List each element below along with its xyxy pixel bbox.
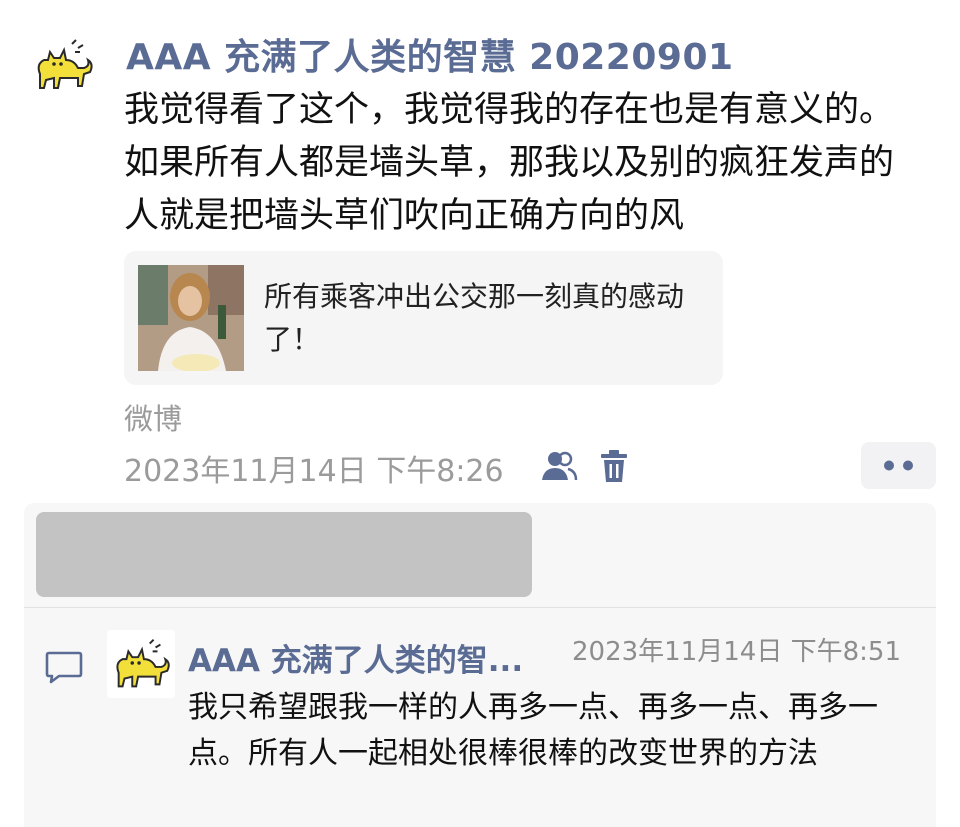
visibility-button[interactable] (540, 450, 578, 482)
person-icon (542, 451, 578, 481)
shared-link-card[interactable]: 所有乘客冲出公交那一刻真的感动了！ (124, 251, 723, 385)
comments-panel: AAA 充满了人类的智... 2023年11月14日 下午8:51 我只希望跟我… (24, 503, 936, 827)
post-author-name[interactable]: AAA 充满了人类的智慧 20220901 (126, 28, 734, 80)
trash-icon (601, 450, 627, 482)
cat-avatar-icon (28, 30, 98, 100)
comment-text[interactable]: 我只希望跟我一样的人再多一点、再多一点、再多一点。所有人一起相处很棒很棒的改变世… (188, 685, 918, 777)
more-options-button[interactable] (861, 442, 936, 489)
comments-divider (24, 607, 936, 608)
author-avatar[interactable] (28, 30, 98, 100)
post-timestamp: 2023年11月14日 下午8:26 (124, 454, 504, 489)
post-body-text: 我觉得看了这个，我觉得我的存在也是有意义的。如果所有人都是墙头草，那我以及别的疯… (124, 90, 895, 236)
cat-avatar-icon (116, 639, 170, 688)
comment-bubble-icon (45, 650, 83, 688)
more-dots-icon (884, 460, 913, 471)
shared-thumbnail (138, 265, 244, 371)
comment-timestamp: 2023年11月14日 下午8:51 (572, 637, 901, 667)
shared-link-title: 所有乘客冲出公交那一刻真的感动了！ (264, 280, 685, 356)
comment-author-name[interactable]: AAA 充满了人类的智... (188, 635, 523, 680)
comment-author-avatar[interactable] (107, 630, 175, 698)
post-source[interactable]: 微博 (124, 396, 182, 438)
redacted-likes-area (36, 512, 532, 597)
delete-button[interactable] (600, 449, 628, 483)
